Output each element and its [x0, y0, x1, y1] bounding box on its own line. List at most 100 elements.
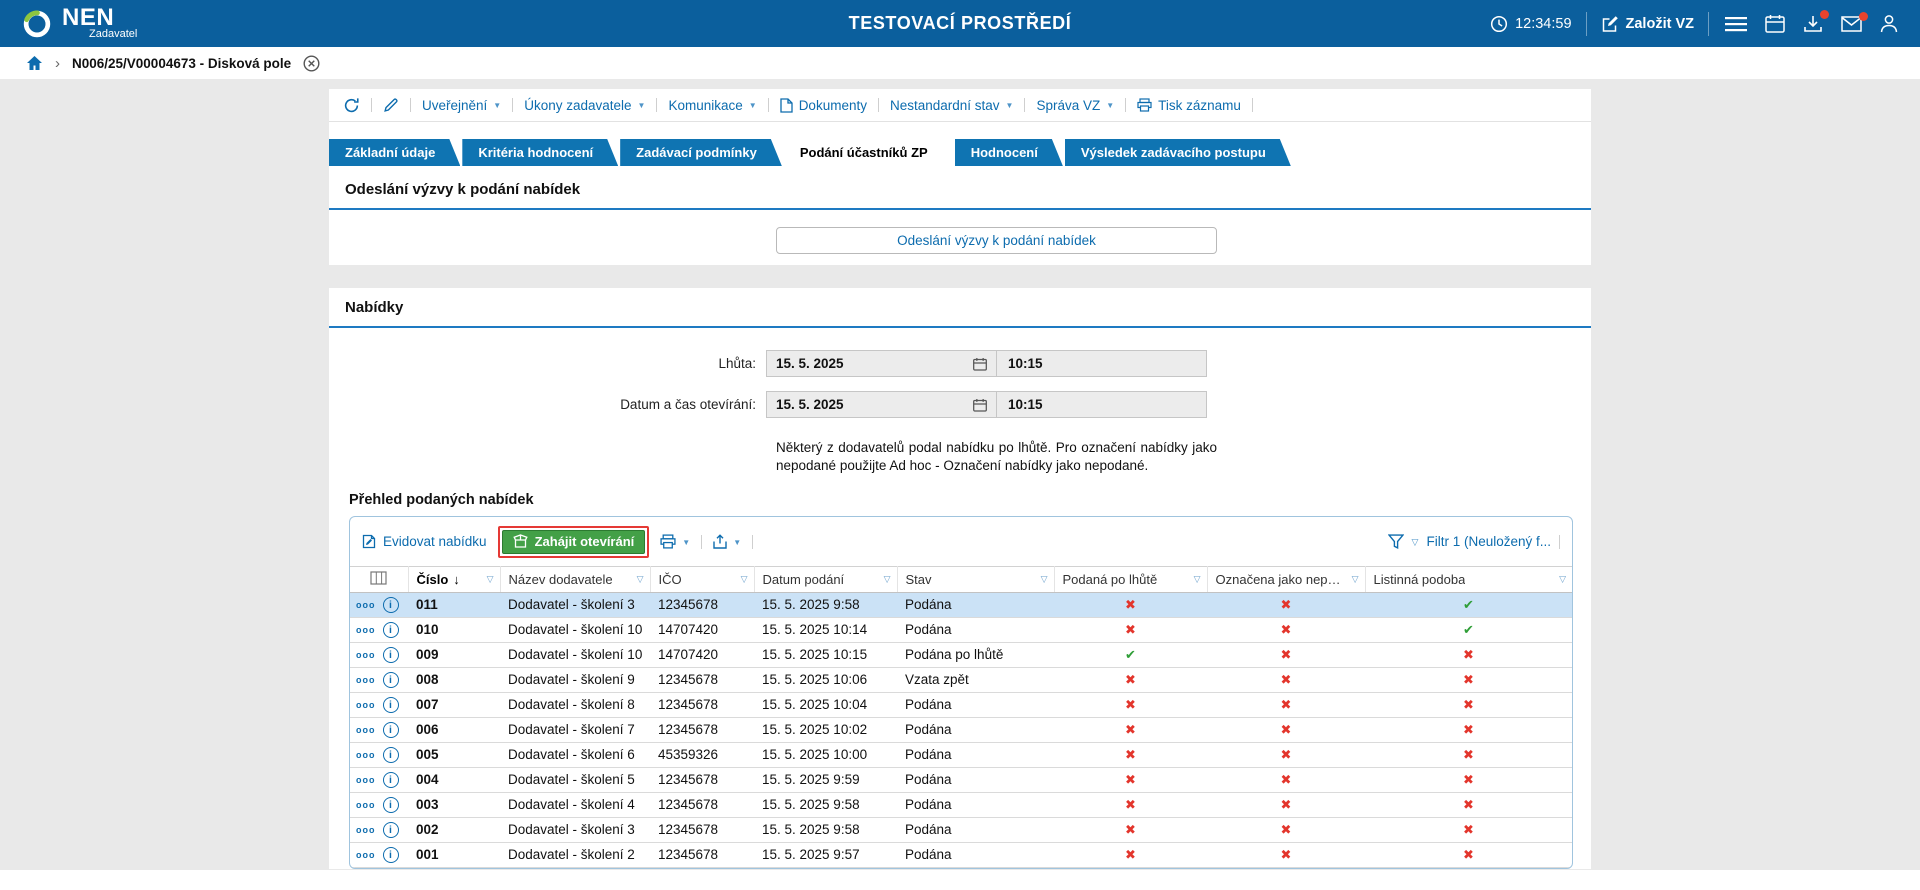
- menu-icon[interactable]: [1723, 14, 1749, 34]
- row-info-icon[interactable]: i: [383, 772, 399, 788]
- cell-late: ✖: [1054, 717, 1207, 742]
- cell-supplier: Dodavatel - školení 2: [500, 842, 650, 867]
- column-header-podana-po-lhute[interactable]: Podaná po lhůtě▽: [1054, 566, 1207, 592]
- refresh-icon[interactable]: [343, 97, 360, 114]
- column-header-listinna-podoba[interactable]: Listinná podoba▽: [1365, 566, 1572, 592]
- table-row[interactable]: oooi003Dodavatel - školení 41234567815. …: [350, 792, 1572, 817]
- edit-record-icon[interactable]: [383, 97, 399, 113]
- row-info-icon[interactable]: i: [383, 822, 399, 838]
- toolbar-item-sprava-vz[interactable]: Správa VZ▼: [1036, 98, 1114, 113]
- deadline-field[interactable]: 15. 5. 2025 10:15: [766, 350, 1207, 377]
- filter-caret-icon[interactable]: ▽: [1412, 538, 1419, 547]
- row-info-icon[interactable]: i: [383, 847, 399, 863]
- row-actions-cell: oooi: [350, 617, 408, 642]
- row-actions-icon[interactable]: ooo: [356, 625, 376, 635]
- column-header-cislo[interactable]: Číslo↓▽: [408, 566, 500, 592]
- toolbar-item-tisk-zaznamu[interactable]: Tisk záznamu: [1137, 98, 1241, 113]
- calendar-icon[interactable]: [973, 398, 987, 412]
- toolbar-item-dokumenty[interactable]: Dokumenty: [780, 98, 867, 113]
- opening-field[interactable]: 15. 5. 2025 10:15: [766, 391, 1207, 418]
- row-info-icon[interactable]: i: [383, 722, 399, 738]
- row-info-icon[interactable]: i: [383, 622, 399, 638]
- row-actions-icon[interactable]: ooo: [356, 800, 376, 810]
- start-opening-button[interactable]: Zahájit otevírání: [502, 530, 646, 554]
- user-icon[interactable]: [1878, 12, 1900, 35]
- filter-caret-icon[interactable]: ▽: [1194, 574, 1201, 585]
- toolbar-item-ukony-zadavatele[interactable]: Úkony zadavatele▼: [524, 98, 645, 113]
- table-row[interactable]: oooi005Dodavatel - školení 64535932615. …: [350, 742, 1572, 767]
- column-label: Číslo: [417, 572, 449, 587]
- filter-caret-icon[interactable]: ▽: [487, 574, 494, 585]
- create-vz-button[interactable]: Založit VZ: [1601, 15, 1694, 33]
- downloads-icon[interactable]: [1801, 12, 1825, 35]
- toolbar-item-label: Tisk záznamu: [1158, 98, 1241, 113]
- row-actions-icon[interactable]: ooo: [356, 700, 376, 710]
- column-header-datum-podani[interactable]: Datum podání▽: [754, 566, 897, 592]
- column-header-oznacena-jako-nepodana[interactable]: Označena jako nepodaná▽: [1207, 566, 1365, 592]
- breadcrumb: › N006/25/V00004673 - Disková pole: [0, 47, 1920, 79]
- filter-caret-icon[interactable]: ▽: [884, 574, 891, 585]
- table-row[interactable]: oooi006Dodavatel - školení 71234567815. …: [350, 717, 1572, 742]
- row-actions-icon[interactable]: ooo: [356, 600, 376, 610]
- table-row[interactable]: oooi004Dodavatel - školení 51234567815. …: [350, 767, 1572, 792]
- toolbar-item-nestandardni-stav[interactable]: Nestandardní stav▼: [890, 98, 1013, 113]
- messages-icon[interactable]: [1839, 14, 1864, 34]
- check-icon: ✔: [1463, 597, 1474, 612]
- row-info-icon[interactable]: i: [383, 672, 399, 688]
- row-actions-icon[interactable]: ooo: [356, 675, 376, 685]
- table-row[interactable]: oooi011Dodavatel - školení 31234567815. …: [350, 592, 1572, 617]
- row-actions-icon[interactable]: ooo: [356, 650, 376, 660]
- row-actions-icon[interactable]: ooo: [356, 725, 376, 735]
- filter-caret-icon[interactable]: ▽: [1041, 574, 1048, 585]
- row-info-icon[interactable]: i: [383, 647, 399, 663]
- column-header-stav[interactable]: Stav▽: [897, 566, 1054, 592]
- table-row[interactable]: oooi008Dodavatel - školení 91234567815. …: [350, 667, 1572, 692]
- cell-paper_form: ✔: [1365, 617, 1572, 642]
- home-icon[interactable]: [26, 55, 43, 71]
- tab-vysledek-zadavaciho-postupu[interactable]: Výsledek zadávacího postupu: [1065, 139, 1291, 166]
- cross-icon: ✖: [1125, 747, 1136, 762]
- table-row[interactable]: oooi001Dodavatel - školení 21234567815. …: [350, 842, 1572, 867]
- column-header-ico[interactable]: IČO▽: [650, 566, 754, 592]
- filter-caret-icon[interactable]: ▽: [1352, 574, 1359, 585]
- table-row[interactable]: oooi010Dodavatel - školení 101470742015.…: [350, 617, 1572, 642]
- row-info-icon[interactable]: i: [383, 797, 399, 813]
- filter-caret-icon[interactable]: ▽: [741, 574, 748, 585]
- record-offer-button[interactable]: Evidovat nabídku: [362, 534, 487, 549]
- table-row[interactable]: oooi002Dodavatel - školení 31234567815. …: [350, 817, 1572, 842]
- export-button[interactable]: ▼: [713, 534, 741, 549]
- tab-zadavaci-podminky[interactable]: Zadávací podmínky: [620, 139, 782, 166]
- cell-supplier: Dodavatel - školení 6: [500, 742, 650, 767]
- calendar-icon[interactable]: [1763, 12, 1787, 35]
- row-actions-icon[interactable]: ooo: [356, 750, 376, 760]
- row-info-icon[interactable]: i: [383, 697, 399, 713]
- tab-podani-ucastniku-zp[interactable]: Podání účastníků ZP: [784, 139, 953, 166]
- column-chooser-icon[interactable]: [350, 566, 408, 592]
- row-actions-icon[interactable]: ooo: [356, 825, 376, 835]
- tab-hodnoceni[interactable]: Hodnocení: [955, 139, 1063, 166]
- cell-number: 011: [408, 592, 500, 617]
- tab-zakladni-udaje[interactable]: Základní údaje: [329, 139, 460, 166]
- row-actions-icon[interactable]: ooo: [356, 850, 376, 860]
- row-actions-icon[interactable]: ooo: [356, 775, 376, 785]
- row-info-icon[interactable]: i: [383, 597, 399, 613]
- print-table-button[interactable]: ▼: [660, 534, 690, 549]
- row-info-icon[interactable]: i: [383, 747, 399, 763]
- table-row[interactable]: oooi009Dodavatel - školení 101470742015.…: [350, 642, 1572, 667]
- active-filter-label[interactable]: Filtr 1 (Neuložený f...: [1426, 534, 1551, 549]
- breadcrumb-item[interactable]: N006/25/V00004673 - Disková pole: [72, 56, 291, 71]
- table-row[interactable]: oooi007Dodavatel - školení 81234567815. …: [350, 692, 1572, 717]
- toolbar-item-komunikace[interactable]: Komunikace▼: [668, 98, 756, 113]
- send-invitation-button[interactable]: Odeslání výzvy k podání nabídek: [776, 227, 1217, 254]
- cell-ico: 12345678: [650, 792, 754, 817]
- funnel-icon[interactable]: [1388, 534, 1404, 549]
- nen-logo[interactable]: NEN Zadavatel: [20, 7, 137, 41]
- close-record-icon[interactable]: [303, 55, 320, 72]
- tab-kriteria-hodnoceni[interactable]: Kritéria hodnocení: [462, 139, 618, 166]
- column-header-nazev-dodavatele[interactable]: Název dodavatele▽: [500, 566, 650, 592]
- filter-caret-icon[interactable]: ▽: [1559, 574, 1566, 585]
- toolbar-item-uverejneni[interactable]: Uveřejnění▼: [422, 98, 501, 113]
- calendar-icon[interactable]: [973, 357, 987, 371]
- filter-caret-icon[interactable]: ▽: [637, 574, 644, 585]
- cell-submitted: 15. 5. 2025 10:04: [754, 692, 897, 717]
